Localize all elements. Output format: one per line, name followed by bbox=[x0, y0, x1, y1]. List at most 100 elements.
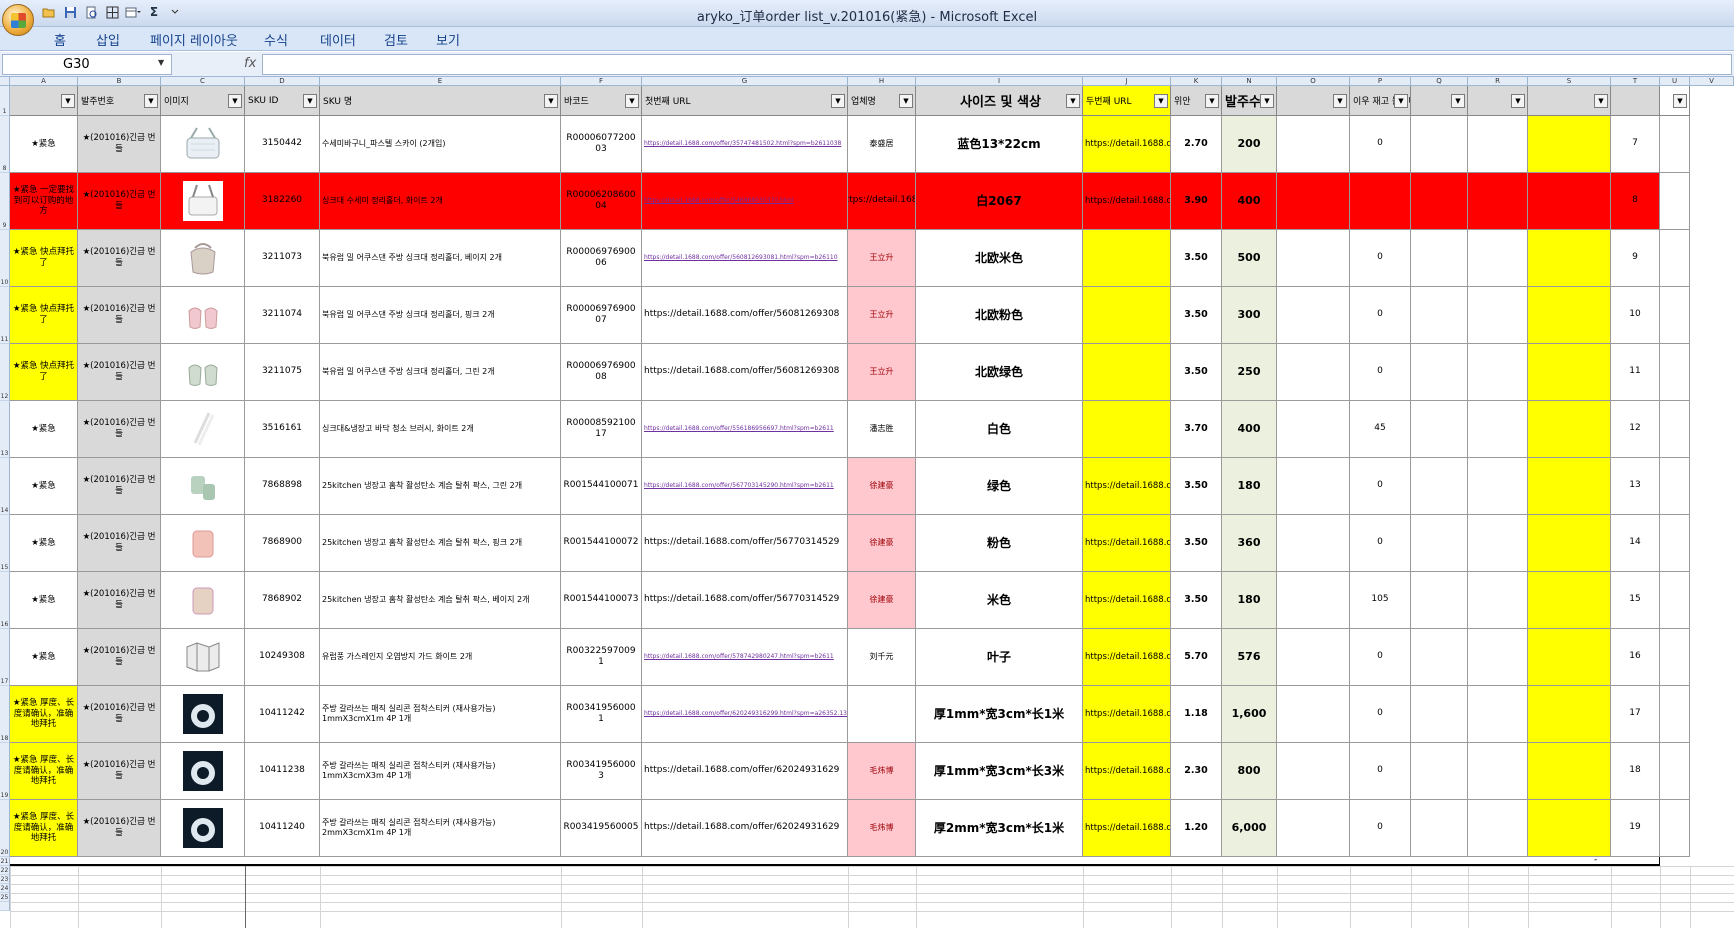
cell-r[interactable] bbox=[1468, 230, 1528, 287]
cell-q[interactable] bbox=[1411, 116, 1468, 173]
tab-view[interactable]: 보기 bbox=[436, 30, 460, 49]
cell-qty[interactable]: 200 bbox=[1222, 116, 1277, 173]
cell-sku-name[interactable]: 25kitchen 냉장고 홈착 활성탄소 계습 탈취 팍스, 베이지 2개 bbox=[320, 572, 561, 629]
filter-dropdown-button[interactable]: ▼ bbox=[899, 94, 913, 108]
cell-t[interactable]: 7 bbox=[1611, 116, 1660, 173]
cell-r[interactable] bbox=[1468, 515, 1528, 572]
cell-sku-id[interactable]: 3150442 bbox=[245, 116, 320, 173]
cell-o[interactable] bbox=[1277, 458, 1350, 515]
cell-barcode[interactable]: R00006976900 06 bbox=[561, 230, 642, 287]
cell-url2[interactable]: https://detail.1688.com/offer/ bbox=[1083, 173, 1171, 230]
cell-q[interactable] bbox=[1411, 572, 1468, 629]
cell-status[interactable]: ★紧急 厚度、长度请确认，准确地拜托 bbox=[10, 800, 78, 857]
cell-r[interactable] bbox=[1468, 344, 1528, 401]
column-header-g[interactable]: G bbox=[642, 77, 848, 86]
cell-status[interactable]: ★紧急 一定要找到可以订购的地方 bbox=[10, 173, 78, 230]
filter-dropdown-button[interactable]: ▼ bbox=[303, 94, 317, 108]
cell-qty[interactable]: 800 bbox=[1222, 743, 1277, 800]
cell-sku-id[interactable]: 10411242 bbox=[245, 686, 320, 743]
cell-size-color[interactable]: 白色 bbox=[916, 401, 1083, 458]
cell-r[interactable] bbox=[1468, 116, 1528, 173]
cell-o[interactable] bbox=[1277, 401, 1350, 458]
cell-t[interactable]: 11 bbox=[1611, 344, 1660, 401]
cell-s[interactable] bbox=[1528, 686, 1611, 743]
cell-q[interactable] bbox=[1411, 800, 1468, 857]
cell-vendor[interactable] bbox=[848, 686, 916, 743]
cell-logistics[interactable]: 0 bbox=[1350, 116, 1411, 173]
cell-size-color[interactable]: 叶子 bbox=[916, 629, 1083, 686]
cell-q[interactable] bbox=[1411, 173, 1468, 230]
cell-qty[interactable]: 180 bbox=[1222, 458, 1277, 515]
cell-sku-name[interactable]: 유럽풍 가스레인지 오염방지 가드 화이트 2개 bbox=[320, 629, 561, 686]
row-header[interactable]: 11 bbox=[0, 287, 10, 344]
row-header[interactable]: 1 bbox=[0, 86, 10, 116]
cell-image[interactable] bbox=[161, 629, 245, 686]
cell-t[interactable]: 17 bbox=[1611, 686, 1660, 743]
cell-u[interactable] bbox=[1660, 173, 1690, 230]
cell-order-no[interactable]: ★(201016)긴급 번들 bbox=[78, 515, 161, 572]
cell-qty[interactable]: 576 bbox=[1222, 629, 1277, 686]
column-header-o[interactable]: O bbox=[1277, 77, 1350, 86]
cell-s[interactable] bbox=[1528, 629, 1611, 686]
column-header-j[interactable]: J bbox=[1083, 77, 1171, 86]
cell-u[interactable] bbox=[1660, 401, 1690, 458]
cell-price[interactable]: 3.50 bbox=[1171, 458, 1222, 515]
row-header[interactable]: 22 bbox=[0, 866, 10, 875]
row-header[interactable]: 20 bbox=[0, 800, 10, 857]
cell-url1[interactable]: https://detail.1688.com/offer/5677031452… bbox=[642, 515, 848, 572]
filter-dropdown-button[interactable]: ▼ bbox=[1260, 94, 1274, 108]
cell-sku-id[interactable]: 3211074 bbox=[245, 287, 320, 344]
tab-insert[interactable]: 삽입 bbox=[96, 30, 120, 49]
cell-sku-name[interactable]: 25kitchen 냉장고 홈착 활성탄소 계습 탈취 팍스, 핑크 2개 bbox=[320, 515, 561, 572]
cell-status[interactable]: ★紧急 快点拜托了 bbox=[10, 344, 78, 401]
filter-dropdown-button[interactable]: ▼ bbox=[1594, 94, 1608, 108]
cell-barcode[interactable]: R001544100072 bbox=[561, 515, 642, 572]
row-header[interactable]: 10 bbox=[0, 230, 10, 287]
name-box[interactable]: G30 bbox=[2, 54, 172, 75]
cell-barcode[interactable]: R00341956000 3 bbox=[561, 743, 642, 800]
cell-t[interactable]: 16 bbox=[1611, 629, 1660, 686]
cell-image[interactable] bbox=[161, 515, 245, 572]
cell-o[interactable] bbox=[1277, 800, 1350, 857]
cell-size-color[interactable]: 白2067 bbox=[916, 173, 1083, 230]
cell-order-no[interactable]: ★(201016)긴급 번들 bbox=[78, 230, 161, 287]
cell-price[interactable]: 3.50 bbox=[1171, 515, 1222, 572]
cell-s[interactable] bbox=[1528, 458, 1611, 515]
cell-image[interactable] bbox=[161, 287, 245, 344]
cell-url1[interactable]: https://detail.1688.com/offer/5608126930… bbox=[642, 287, 848, 344]
cell-logistics[interactable]: 45 bbox=[1350, 401, 1411, 458]
cell-o[interactable] bbox=[1277, 515, 1350, 572]
cell-status[interactable]: ★紧急 bbox=[10, 116, 78, 173]
cell-barcode[interactable]: R00006976900 07 bbox=[561, 287, 642, 344]
cell-price[interactable]: 3.50 bbox=[1171, 287, 1222, 344]
cell-u[interactable] bbox=[1660, 116, 1690, 173]
cell-t[interactable]: 10 bbox=[1611, 287, 1660, 344]
cell-size-color[interactable]: 绿色 bbox=[916, 458, 1083, 515]
column-header-e[interactable]: E bbox=[320, 77, 561, 86]
cell-qty[interactable]: 300 bbox=[1222, 287, 1277, 344]
cell-image[interactable] bbox=[161, 572, 245, 629]
cell-u[interactable] bbox=[1660, 800, 1690, 857]
cell-t[interactable]: 14 bbox=[1611, 515, 1660, 572]
cell-image[interactable] bbox=[161, 401, 245, 458]
cell-price[interactable]: 1.20 bbox=[1171, 800, 1222, 857]
tab-page-layout[interactable]: 페이지 레이아웃 bbox=[150, 30, 238, 49]
cell-q[interactable] bbox=[1411, 515, 1468, 572]
cell-r[interactable] bbox=[1468, 743, 1528, 800]
cell-logistics[interactable] bbox=[1350, 173, 1411, 230]
cell-logistics[interactable]: 0 bbox=[1350, 344, 1411, 401]
cell-s[interactable] bbox=[1528, 743, 1611, 800]
row-header[interactable]: 16 bbox=[0, 572, 10, 629]
cell-q[interactable] bbox=[1411, 287, 1468, 344]
column-header-q[interactable]: Q bbox=[1411, 77, 1468, 86]
cell-status[interactable]: ★紧急 bbox=[10, 458, 78, 515]
column-header-b[interactable]: B bbox=[78, 77, 161, 86]
filter-dropdown-button[interactable]: ▼ bbox=[144, 94, 158, 108]
cell-url2[interactable]: https://detail.1688.com/offer/ bbox=[1083, 515, 1171, 572]
cell-qty[interactable]: 400 bbox=[1222, 401, 1277, 458]
filter-dropdown-button[interactable]: ▼ bbox=[1205, 94, 1219, 108]
cell-logistics[interactable]: 0 bbox=[1350, 743, 1411, 800]
cell-u[interactable] bbox=[1660, 515, 1690, 572]
cell-image[interactable] bbox=[161, 230, 245, 287]
cell-s[interactable] bbox=[1528, 173, 1611, 230]
